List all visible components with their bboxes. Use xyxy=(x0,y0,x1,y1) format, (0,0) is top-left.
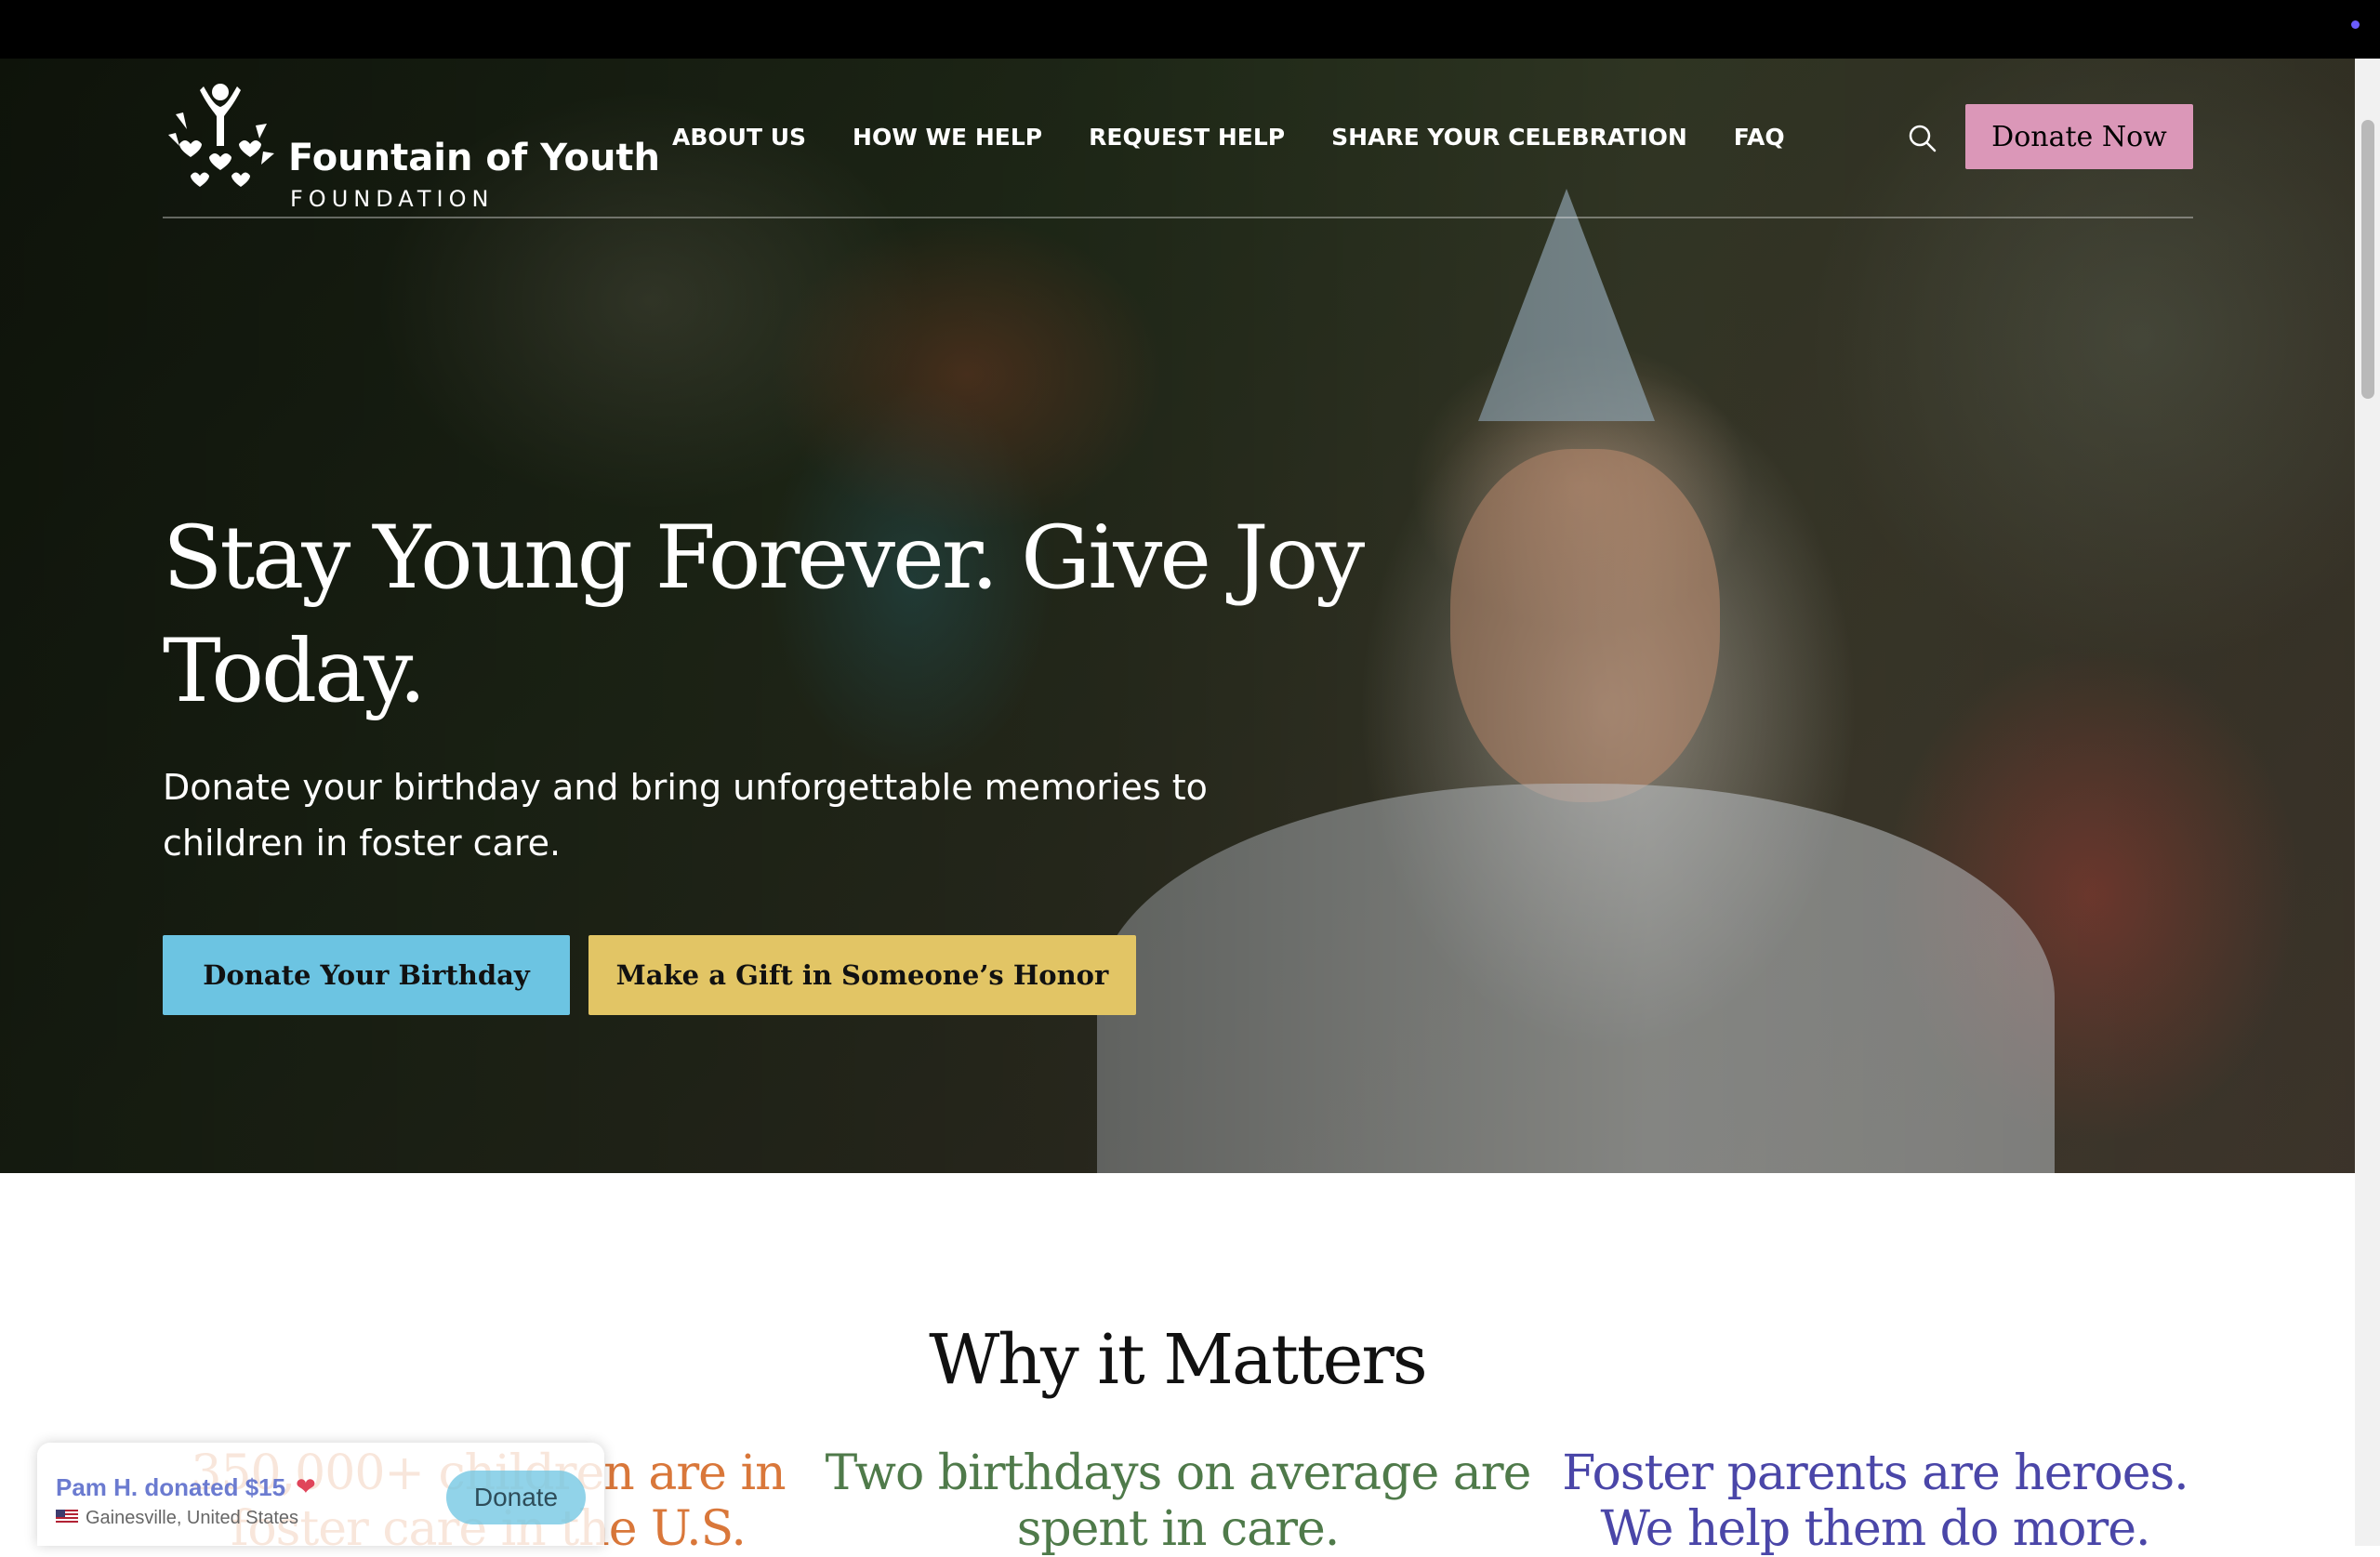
toast-donation-text: Pam H. donated $15 xyxy=(56,1473,286,1501)
toast-donate-button[interactable]: Donate xyxy=(446,1471,586,1524)
heart-icon: ❤ xyxy=(296,1472,316,1500)
hero-subhead: Donate your birthday and bring unforgett… xyxy=(163,767,1208,864)
toast-location: Gainesville, United States xyxy=(86,1508,299,1528)
donation-toast[interactable]: Pam H. donated $15 ❤ Gainesville, United… xyxy=(37,1443,604,1546)
nav-about-us[interactable]: ABOUT US xyxy=(672,124,806,151)
logo-name: Fountain of Youth xyxy=(288,137,661,179)
status-dot xyxy=(2351,20,2360,29)
logo-figure-icon xyxy=(168,84,274,187)
donate-now-button[interactable]: Donate Now xyxy=(1965,104,2193,169)
site-header: Fountain of Youth FOUNDATION ABOUT US HO… xyxy=(163,59,2193,218)
nav-how-we-help[interactable]: HOW WE HELP xyxy=(853,124,1042,151)
search-icon xyxy=(1909,125,1937,152)
why-it-matters-title: Why it Matters xyxy=(929,1320,1427,1400)
logo[interactable]: Fountain of Youth FOUNDATION xyxy=(163,79,660,212)
us-flag-icon xyxy=(56,1510,78,1524)
nav-faq[interactable]: FAQ xyxy=(1734,124,1785,151)
logo-subtitle: FOUNDATION xyxy=(290,186,495,212)
make-a-gift-button[interactable]: Make a Gift in Someone’s Honor xyxy=(588,935,1136,1015)
browser-top-bar xyxy=(0,0,2380,59)
donate-your-birthday-button[interactable]: Donate Your Birthday xyxy=(163,935,570,1015)
nav-request-help[interactable]: REQUEST HELP xyxy=(1089,124,1285,151)
scrollbar-thumb[interactable] xyxy=(2361,120,2374,399)
stat-foster-parents: Foster parents are heroes. We help them … xyxy=(1562,1445,2188,1557)
scrollbar-track[interactable] xyxy=(2355,59,2380,1546)
stat-birthdays-in-care: Two birthdays on average are spent in ca… xyxy=(825,1445,1532,1557)
search-button[interactable] xyxy=(1906,122,1939,155)
nav-share-your-celebration[interactable]: SHARE YOUR CELEBRATION xyxy=(1331,124,1687,151)
main-nav: ABOUT US HOW WE HELP REQUEST HELP SHARE … xyxy=(672,124,1785,151)
hero-headline: Stay Young Forever. Give Joy Today. xyxy=(163,508,1365,722)
